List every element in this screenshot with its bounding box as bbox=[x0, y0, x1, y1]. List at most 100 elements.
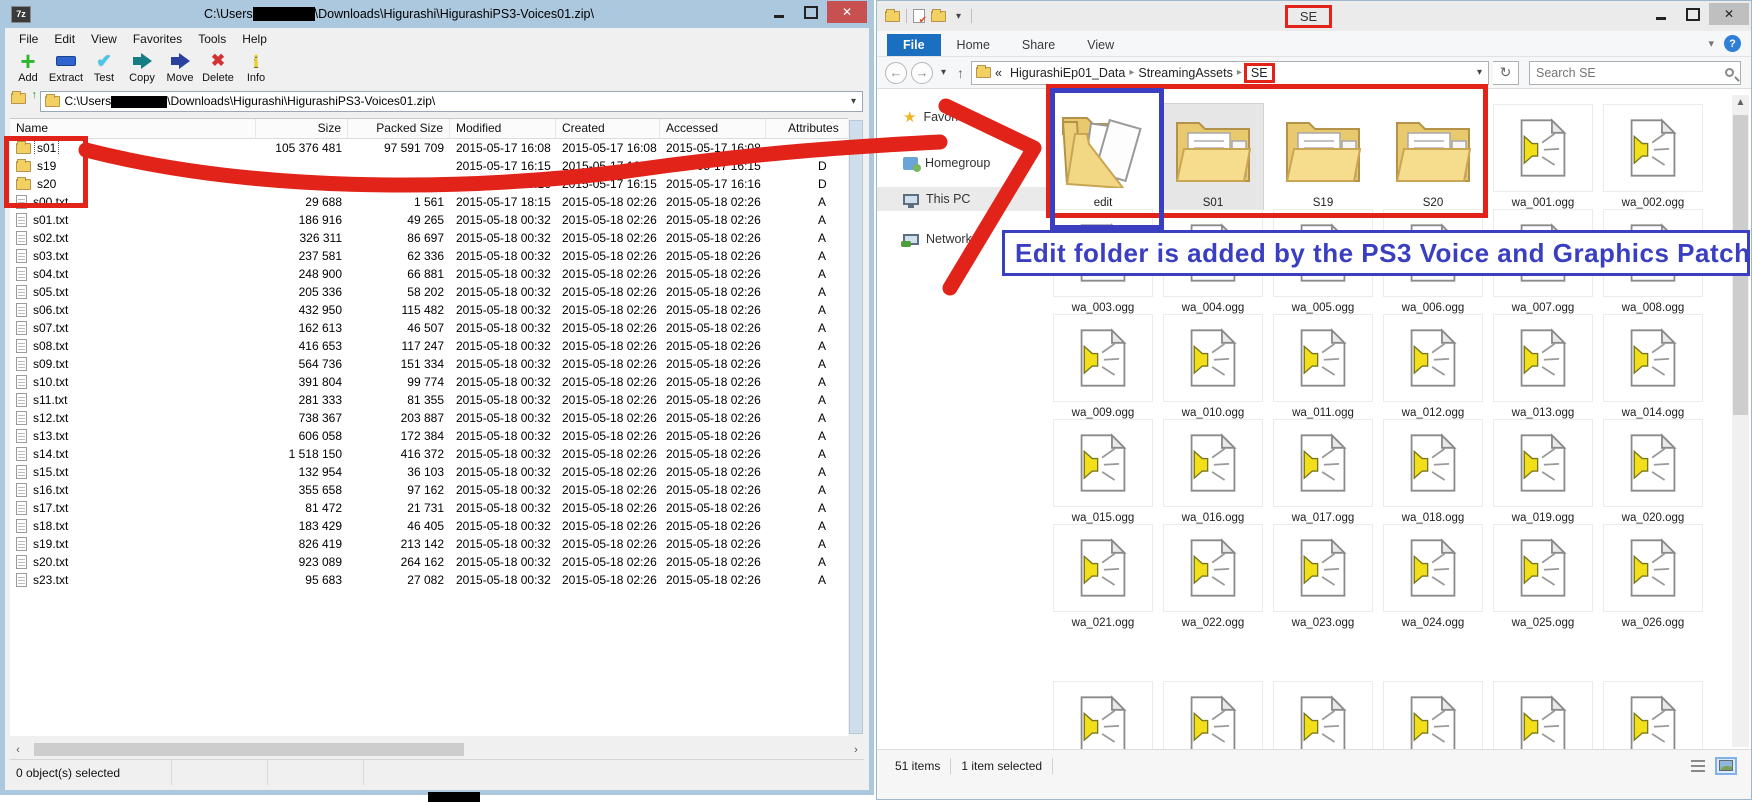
breadcrumb-item[interactable]: SE bbox=[1244, 63, 1275, 83]
file-tile[interactable]: wa_003.ogg bbox=[1053, 209, 1153, 314]
scroll-up-icon[interactable]: ▲ bbox=[1732, 95, 1749, 108]
customize-chevron-icon[interactable]: ▾ bbox=[952, 11, 965, 22]
table-row[interactable]: s07.txt162 61346 5072015-05-18 00:322015… bbox=[10, 319, 864, 337]
file-tile[interactable] bbox=[1493, 681, 1593, 749]
table-row[interactable]: s10.txt391 80499 7742015-05-18 00:322015… bbox=[10, 373, 864, 391]
properties-icon[interactable] bbox=[913, 9, 925, 23]
address-chevron-icon[interactable]: ▾ bbox=[1473, 67, 1486, 78]
up-button[interactable]: ↑ bbox=[954, 65, 967, 81]
table-row[interactable]: s05.txt205 33658 2022015-05-18 00:322015… bbox=[10, 283, 864, 301]
file-tile[interactable] bbox=[1273, 681, 1373, 749]
tab-home[interactable]: Home bbox=[941, 34, 1006, 56]
folder-tile[interactable]: S01 bbox=[1163, 104, 1263, 209]
search-input[interactable] bbox=[1536, 66, 1725, 80]
file-tile[interactable]: wa_022.ogg bbox=[1163, 524, 1263, 629]
file-tile[interactable]: wa_021.ogg bbox=[1053, 524, 1153, 629]
column-header-accessed[interactable]: Accessed bbox=[660, 119, 766, 138]
thumbnail-view-button[interactable] bbox=[1715, 757, 1737, 775]
breadcrumb-collapsed[interactable]: « bbox=[991, 66, 1006, 80]
column-header-attributes[interactable]: Attributes bbox=[766, 119, 856, 138]
column-header-size[interactable]: Size bbox=[256, 119, 348, 138]
extract-button[interactable]: Extract bbox=[47, 50, 85, 90]
folder-icon[interactable] bbox=[885, 11, 900, 22]
sevenzip-titlebar[interactable]: 7z C:\Users\Downloads\Higurashi\Higurash… bbox=[5, 0, 869, 28]
details-view-button[interactable] bbox=[1687, 757, 1709, 775]
table-row[interactable]: s23.txt95 68327 0822015-05-18 00:322015-… bbox=[10, 571, 864, 589]
test-button[interactable]: ✔Test bbox=[85, 50, 123, 90]
table-row[interactable]: s20.txt923 089264 1622015-05-18 00:32201… bbox=[10, 553, 864, 571]
file-tile[interactable]: wa_015.ogg bbox=[1053, 419, 1153, 524]
file-tile[interactable]: wa_010.ogg bbox=[1163, 314, 1263, 419]
copy-button[interactable]: Copy bbox=[123, 50, 161, 90]
file-tile[interactable]: wa_005.ogg bbox=[1273, 209, 1373, 314]
file-tile[interactable]: wa_004.ogg bbox=[1163, 209, 1263, 314]
menu-favorites[interactable]: Favorites bbox=[125, 30, 190, 48]
file-tile[interactable]: wa_025.ogg bbox=[1493, 524, 1593, 629]
folder-tile[interactable]: S19 bbox=[1273, 104, 1373, 209]
breadcrumb-item[interactable]: HigurashiEp01_Data bbox=[1006, 66, 1129, 80]
menu-help[interactable]: Help bbox=[234, 30, 275, 48]
breadcrumb-item[interactable]: StreamingAssets bbox=[1134, 66, 1236, 80]
file-tile[interactable]: wa_016.ogg bbox=[1163, 419, 1263, 524]
tab-share[interactable]: Share bbox=[1006, 34, 1071, 56]
maximize-button[interactable] bbox=[795, 1, 827, 23]
close-button[interactable] bbox=[827, 1, 867, 23]
info-button[interactable]: iInfo bbox=[237, 50, 275, 90]
file-tile[interactable]: wa_006.ogg bbox=[1383, 209, 1483, 314]
table-row[interactable]: s08.txt416 653117 2472015-05-18 00:32201… bbox=[10, 337, 864, 355]
scroll-right-icon[interactable]: › bbox=[848, 744, 864, 756]
file-tile[interactable]: wa_002.ogg bbox=[1603, 104, 1703, 209]
recent-locations-chevron-icon[interactable]: ▾ bbox=[937, 67, 950, 78]
menu-view[interactable]: View bbox=[83, 30, 125, 48]
sidebar-item-this-pc[interactable]: This PC bbox=[877, 187, 1049, 211]
table-row[interactable]: s03.txt237 58162 3362015-05-18 00:322015… bbox=[10, 247, 864, 265]
file-tile[interactable]: wa_012.ogg bbox=[1383, 314, 1483, 419]
file-tile[interactable]: wa_019.ogg bbox=[1493, 419, 1593, 524]
add-button[interactable]: +Add bbox=[9, 50, 47, 90]
ribbon-expand-chevron-icon[interactable]: ▾ bbox=[1708, 37, 1714, 50]
up-folder-button[interactable]: ↑ bbox=[11, 91, 35, 111]
file-tile[interactable]: wa_011.ogg bbox=[1273, 314, 1373, 419]
table-row[interactable]: s02.txt326 31186 6972015-05-18 00:322015… bbox=[10, 229, 864, 247]
file-tile[interactable] bbox=[1603, 681, 1703, 749]
table-row[interactable]: s00.txt29 6881 5612015-05-17 18:152015-0… bbox=[10, 193, 864, 211]
file-tile[interactable]: wa_023.ogg bbox=[1273, 524, 1373, 629]
table-row[interactable]: s16.txt355 65897 1622015-05-18 00:322015… bbox=[10, 481, 864, 499]
back-button[interactable]: ← bbox=[885, 62, 907, 84]
breadcrumb[interactable]: « HigurashiEp01_Data▸StreamingAssets▸SE … bbox=[971, 61, 1489, 85]
delete-button[interactable]: ✖Delete bbox=[199, 50, 237, 90]
scroll-left-icon[interactable]: ‹ bbox=[10, 744, 26, 756]
file-tile[interactable] bbox=[1163, 681, 1263, 749]
tab-file[interactable]: File bbox=[887, 34, 941, 56]
column-header-packed-size[interactable]: Packed Size bbox=[348, 119, 450, 138]
minimize-button[interactable] bbox=[1645, 3, 1677, 25]
close-button[interactable] bbox=[1709, 3, 1749, 25]
tab-view[interactable]: View bbox=[1071, 34, 1130, 56]
scrollbar-thumb[interactable] bbox=[1733, 115, 1748, 415]
menu-edit[interactable]: Edit bbox=[46, 30, 83, 48]
column-header-modified[interactable]: Modified bbox=[450, 119, 556, 138]
sidebar-item-network[interactable]: Network bbox=[877, 227, 1049, 251]
table-row[interactable]: s09.txt564 736151 3342015-05-18 00:32201… bbox=[10, 355, 864, 373]
chevron-down-icon[interactable]: ▾ bbox=[847, 96, 860, 107]
column-header-name[interactable]: Name bbox=[10, 119, 256, 138]
file-tile[interactable]: wa_008.ogg bbox=[1603, 209, 1703, 314]
file-tile[interactable]: wa_018.ogg bbox=[1383, 419, 1483, 524]
table-row[interactable]: s12.txt738 367203 8872015-05-18 00:32201… bbox=[10, 409, 864, 427]
file-tile[interactable]: wa_017.ogg bbox=[1273, 419, 1373, 524]
table-row[interactable]: s04.txt248 90066 8812015-05-18 00:322015… bbox=[10, 265, 864, 283]
sevenzip-horizontal-scrollbar[interactable]: ‹ › bbox=[10, 741, 864, 758]
new-folder-icon[interactable] bbox=[931, 11, 946, 22]
sevenzip-path-combobox[interactable]: C:\Users\Downloads\Higurashi\HigurashiPS… bbox=[40, 91, 863, 112]
table-row[interactable]: s192015-05-17 16:152015-05-17 16:142015-… bbox=[10, 157, 864, 175]
forward-button[interactable]: → bbox=[911, 62, 933, 84]
sidebar-item-favorites[interactable]: ★Favorites bbox=[877, 105, 1049, 129]
table-row[interactable]: s01.txt186 91649 2652015-05-18 00:322015… bbox=[10, 211, 864, 229]
table-row[interactable]: s19.txt826 419213 1422015-05-18 00:32201… bbox=[10, 535, 864, 553]
sidebar-item-homegroup[interactable]: Homegroup bbox=[877, 151, 1049, 175]
maximize-button[interactable] bbox=[1677, 3, 1709, 25]
table-row[interactable]: s01105 376 48197 591 7092015-05-17 16:08… bbox=[10, 139, 864, 157]
table-row[interactable]: s13.txt606 058172 3842015-05-18 00:32201… bbox=[10, 427, 864, 445]
file-tile[interactable]: wa_024.ogg bbox=[1383, 524, 1483, 629]
move-button[interactable]: Move bbox=[161, 50, 199, 90]
